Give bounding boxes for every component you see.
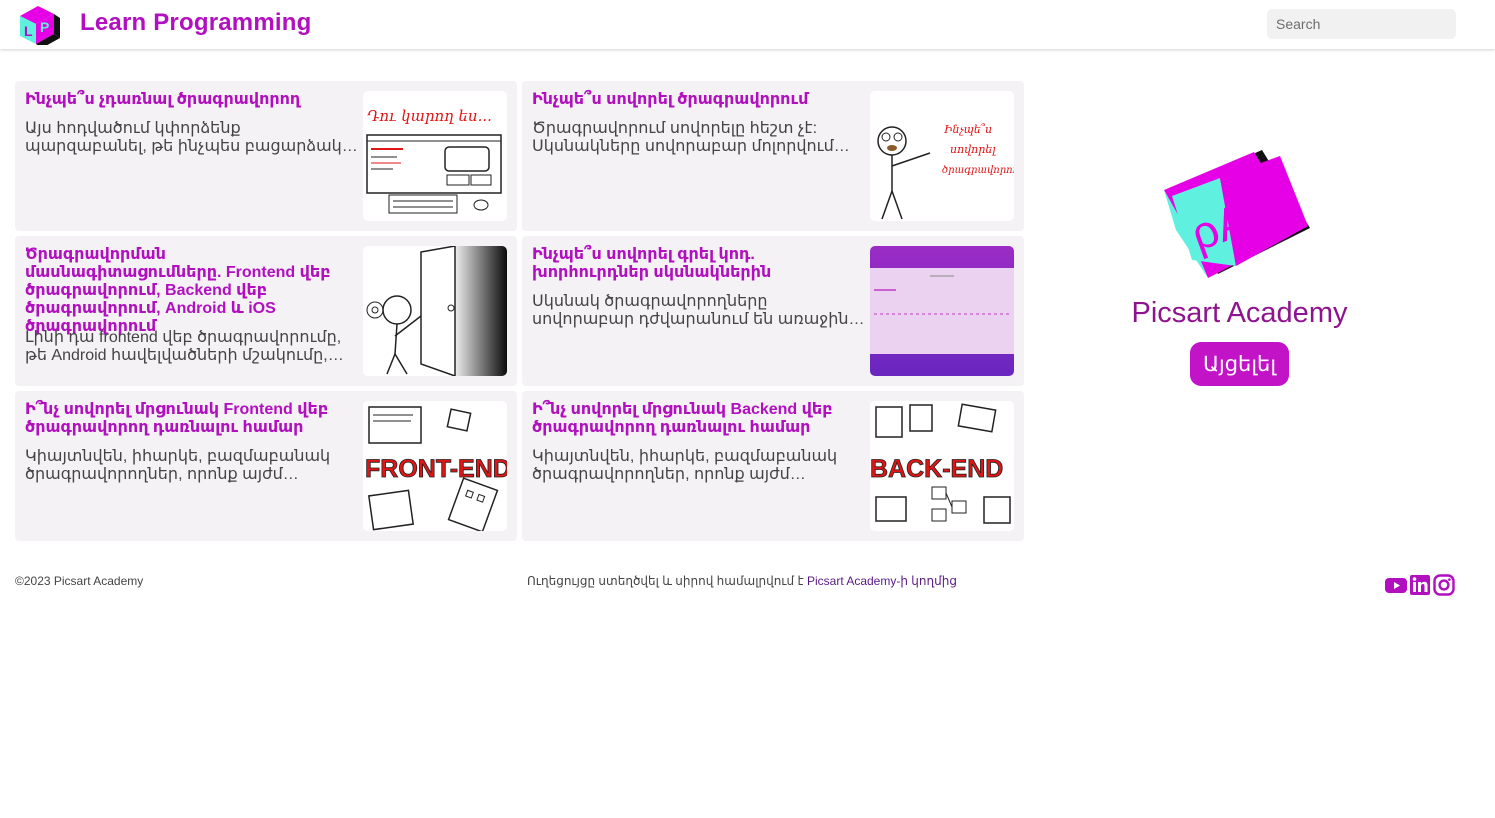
article-thumbnail[interactable] bbox=[363, 246, 507, 376]
article-thumbnail[interactable] bbox=[870, 246, 1014, 376]
svg-text:Ինչպե՞ս: Ինչպե՞ս bbox=[944, 123, 992, 136]
visit-button[interactable]: Այցելել bbox=[1190, 342, 1289, 386]
article-thumbnail[interactable]: Դու կարող ես... bbox=[363, 91, 507, 221]
article-excerpt: Կիայտնվեն, իհարկե, բազմաբանակ ծրագրավորո… bbox=[532, 448, 838, 483]
svg-text:P: P bbox=[40, 19, 49, 35]
article-excerpt: Լինի դա frontend վեբ ծրագրավորումը, թե A… bbox=[25, 329, 342, 364]
linkedin-icon[interactable] bbox=[1409, 574, 1431, 596]
promo-title: Picsart Academy bbox=[1131, 297, 1348, 329]
article-card[interactable]: Ի՞նչ սովորել մրցունակ Frontend վեբ ծրագր… bbox=[15, 391, 517, 541]
article-card[interactable]: Ինչպե՞ս չդառնալ ծրագրավորող Այս հոդվածու… bbox=[15, 81, 517, 231]
article-title[interactable]: Ինչպե՞ս չդառնալ ծրագրավորող bbox=[25, 91, 357, 109]
article-title[interactable]: Ի՞նչ սովորել մրցունակ Backend վեբ ծրագրա… bbox=[532, 401, 864, 437]
article-card[interactable]: Ինչպե՞ս սովորել ծրագրավորում Ծրագրավորու… bbox=[522, 81, 1024, 231]
article-card[interactable]: Ինչպե՞ս սովորել գրել կոդ. խորհուրդներ սկ… bbox=[522, 236, 1024, 386]
svg-text:L: L bbox=[24, 23, 33, 39]
article-excerpt: Կիայտնվեն, իհարկե, բազմաբանակ ծրագրավորո… bbox=[25, 448, 331, 483]
article-thumbnail[interactable]: BACK-END bbox=[870, 401, 1014, 531]
picsart-academy-logo-icon[interactable]: ρA bbox=[1162, 148, 1317, 283]
instagram-icon[interactable] bbox=[1433, 574, 1455, 596]
article-excerpt: Ծրագրավորում սովորելը հեշտ չէ: Սկսնակներ… bbox=[532, 120, 834, 155]
article-title[interactable]: Ինչպե՞ս սովորել գրել կոդ. խորհուրդներ սկ… bbox=[532, 246, 864, 282]
article-thumbnail[interactable]: Ինչպե՞ս սովորել ծրագրավորում bbox=[870, 91, 1014, 221]
svg-text:սովորել: սովորել bbox=[950, 143, 996, 156]
article-title[interactable]: Ծրագրավորման մասնագիտացումները. Frontend… bbox=[25, 246, 357, 336]
article-card[interactable]: Ի՞նչ սովորել մրցունակ Backend վեբ ծրագրա… bbox=[522, 391, 1024, 541]
lp-logo-icon[interactable]: L P bbox=[16, 4, 64, 45]
thumbnail-caption: FRONT-END bbox=[365, 455, 507, 483]
search-input[interactable] bbox=[1267, 9, 1456, 39]
thumbnail-caption: Դու կարող ես... bbox=[367, 107, 492, 125]
article-title[interactable]: Ի՞նչ սովորել մրցունակ Frontend վեբ ծրագր… bbox=[25, 401, 357, 437]
article-excerpt: Սկսնակ ծրագրավորողները սովորաբար դժվարան… bbox=[532, 293, 849, 328]
article-excerpt: Այս հոդվածում կփորձենք պարզաբանել, թե ին… bbox=[25, 120, 342, 155]
top-navbar: L P Learn Programming bbox=[0, 0, 1495, 49]
article-thumbnail[interactable]: FRONT-END bbox=[363, 401, 507, 531]
footer-credit-text: Ուղեցույցը ստեղծվել և սիրով համալրվում է bbox=[527, 574, 807, 588]
svg-text:ծրագրավորում: ծրագրավորում bbox=[942, 165, 1014, 176]
youtube-icon[interactable] bbox=[1385, 574, 1407, 596]
thumbnail-caption: BACK-END bbox=[870, 455, 1003, 483]
footer-credit: Ուղեցույցը ստեղծվել և սիրով համալրվում է… bbox=[527, 574, 957, 588]
footer-copyright: ©2023 Picsart Academy bbox=[15, 574, 144, 588]
article-title[interactable]: Ինչպե՞ս սովորել ծրագրավորում bbox=[532, 91, 864, 109]
site-title[interactable]: Learn Programming bbox=[80, 9, 311, 37]
article-card[interactable]: Ծրագրավորման մասնագիտացումները. Frontend… bbox=[15, 236, 517, 386]
footer-credit-link[interactable]: Picsart Academy-ի կողմից bbox=[807, 574, 957, 588]
